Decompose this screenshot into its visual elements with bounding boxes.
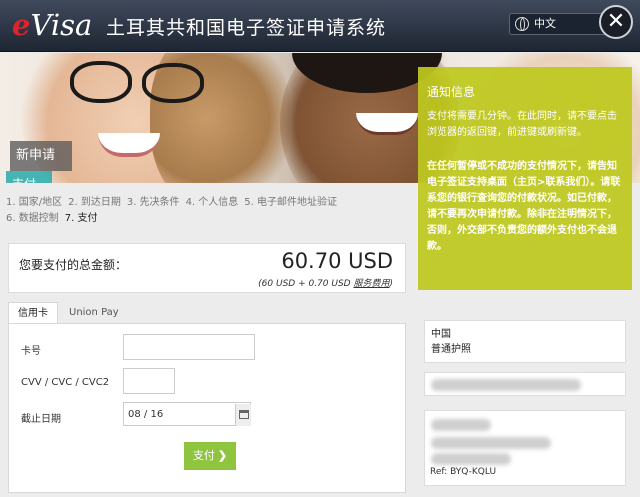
step-3[interactable]: 3. 先决条件 bbox=[127, 197, 180, 208]
app-header: eVisa 土耳其共和国电子签证申请系统 中文 ✕ bbox=[0, 0, 640, 52]
fee-breakdown: (60 USD + 0.70 USD 服务费用) bbox=[258, 279, 393, 289]
calendar-button[interactable] bbox=[235, 404, 251, 426]
close-button[interactable]: ✕ bbox=[599, 5, 633, 39]
redacted-text bbox=[431, 379, 581, 391]
redacted-text bbox=[431, 437, 551, 449]
country-value: 中国 bbox=[431, 329, 451, 340]
step-1[interactable]: 1. 国家/地区 bbox=[6, 197, 62, 208]
total-label: 您要支付的总金额： bbox=[19, 258, 128, 272]
step-2[interactable]: 2. 到达日期 bbox=[68, 197, 121, 208]
cvv-label: CVV / CVC / CVC2 bbox=[21, 377, 110, 388]
language-label: 中文 bbox=[534, 17, 556, 30]
new-application-tab[interactable]: 新申请 bbox=[10, 141, 72, 171]
app-title: 土耳其共和国电子签证申请系统 bbox=[106, 17, 387, 39]
card-number-input[interactable] bbox=[123, 334, 255, 360]
payment-tab[interactable]: 支付 bbox=[6, 171, 52, 183]
card-payment-form: 卡号 CVV / CVC / CVC2 截止日期 支付❯ bbox=[8, 323, 406, 493]
applicant-info-card: 中国 普通护照 bbox=[424, 320, 626, 363]
cvv-input[interactable] bbox=[123, 368, 175, 394]
glasses-left bbox=[70, 61, 132, 103]
step-7-active: 7. 支付 bbox=[64, 213, 98, 224]
tab-union-pay[interactable]: Union Pay bbox=[60, 302, 128, 324]
total-amount-box: 您要支付的总金额： 60.70 USD (60 USD + 0.70 USD 服… bbox=[8, 243, 406, 293]
step-6[interactable]: 6. 数据控制 bbox=[6, 213, 59, 224]
notice-text: 支付将需要几分钟。在此同时，请不要点击浏览器的返回键，前进键或刷新键。 bbox=[427, 111, 617, 138]
redacted-text bbox=[431, 419, 491, 431]
evisa-logo[interactable]: eVisa bbox=[12, 8, 92, 42]
redacted-text bbox=[431, 453, 511, 465]
globe-icon bbox=[515, 17, 529, 31]
pay-button[interactable]: 支付 ❯ bbox=[184, 442, 236, 470]
chevron-right-icon: ❯ bbox=[217, 450, 228, 462]
notice-warning: 在任何暂停或不成功的支付情况下，请告知电子签证支持桌面（主页>联系我们）。请联系… bbox=[427, 161, 621, 252]
passport-type-value: 普通护照 bbox=[431, 344, 471, 355]
tab-credit-card[interactable]: 信用卡 bbox=[8, 302, 58, 324]
calendar-icon bbox=[239, 410, 249, 419]
card-number-label: 卡号 bbox=[21, 346, 41, 357]
service-fee-link[interactable]: 服务费用 bbox=[353, 279, 389, 289]
expiry-input[interactable] bbox=[123, 402, 251, 426]
step-breadcrumb: 1. 国家/地区 2. 到达日期 3. 先决条件 4. 个人信息 5. 电子邮件地址验证… bbox=[6, 195, 410, 227]
blurred-info-card bbox=[424, 372, 626, 396]
notice-panel: 通知信息 支付将需要几分钟。在此同时，请不要点击浏览器的返回键，前进键或刷新键。… bbox=[418, 67, 632, 290]
expiry-label: 截止日期 bbox=[21, 414, 61, 425]
reference-number: Ref: BYQ-KQLU bbox=[430, 467, 497, 477]
reference-card: Ref: BYQ-KQLU bbox=[424, 410, 626, 486]
glasses-right bbox=[142, 63, 204, 103]
step-5[interactable]: 5. 电子邮件地址验证 bbox=[244, 197, 337, 208]
step-4[interactable]: 4. 个人信息 bbox=[186, 197, 239, 208]
language-selector[interactable]: 中文 bbox=[509, 13, 609, 35]
total-amount: 60.70 USD bbox=[281, 249, 393, 273]
notice-title: 通知信息 bbox=[427, 85, 476, 99]
payment-method-tabs: 信用卡 Union Pay bbox=[8, 302, 406, 324]
